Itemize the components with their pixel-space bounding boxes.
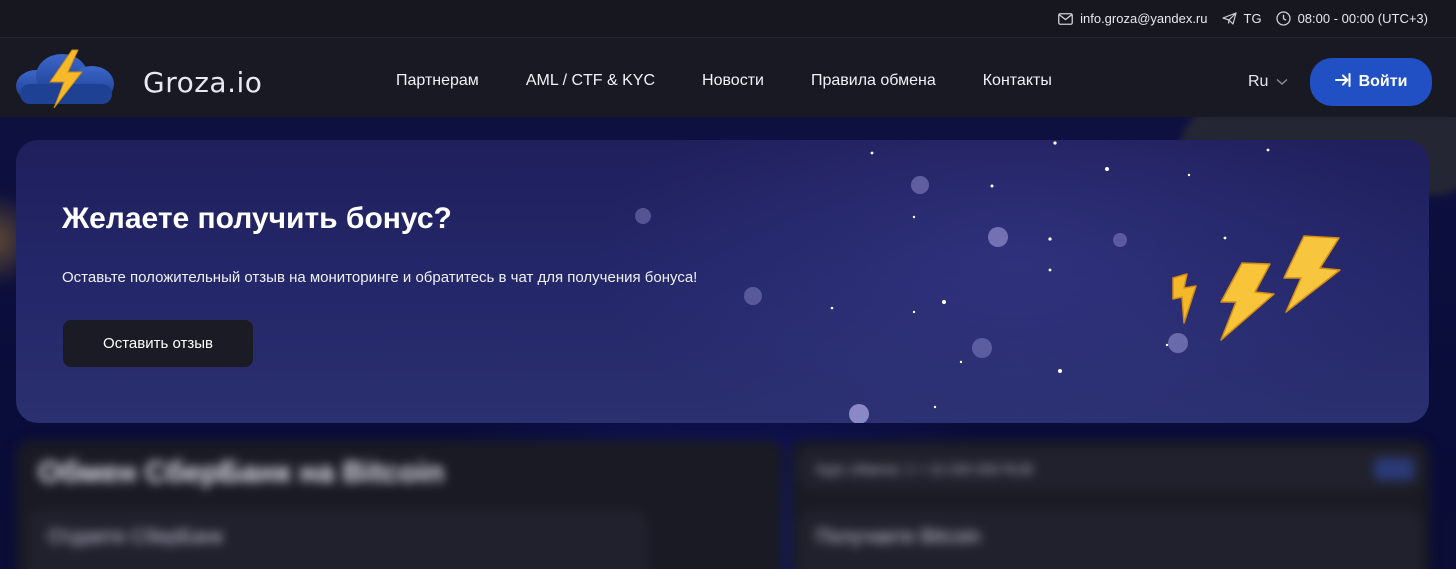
brand-name[interactable]: Groza.io — [143, 66, 262, 99]
login-button[interactable]: Войти — [1310, 58, 1432, 106]
email-text[interactable]: info.groza@yandex.ru — [1080, 11, 1207, 26]
give-label: Отдаете СберБанк — [48, 526, 223, 548]
language-label[interactable]: Ru — [1248, 73, 1268, 91]
nav-item-aml[interactable]: AML / CTF & KYC — [526, 72, 655, 90]
lightning-bolts-illustration — [1172, 235, 1341, 341]
telegram-text[interactable]: TG — [1244, 11, 1262, 26]
hours-text: 08:00 - 00:00 (UTC+3) — [1297, 11, 1428, 26]
rate-panel: Курс обмена: 1 = 10 200 000 RUB — [798, 448, 1422, 490]
exchange-title: Обмен СберБанк на Bitcoin — [38, 456, 445, 489]
logo-cloud-lightning-icon[interactable] — [14, 48, 118, 110]
login-label: Войти — [1358, 73, 1408, 90]
rate-badge — [1374, 458, 1414, 480]
exchange-card-left: Обмен СберБанк на Bitcoin Отдаете СберБа… — [16, 440, 783, 569]
telegram-contact[interactable]: TG — [1221, 11, 1262, 26]
get-label: Получаете Bitcoin — [816, 526, 981, 548]
mail-icon — [1058, 11, 1074, 26]
chevron-down-icon — [1276, 73, 1288, 91]
rate-label: Курс обмена: 1 = 10 200 000 RUB — [816, 461, 1034, 477]
nav-item-contacts[interactable]: Контакты — [983, 72, 1052, 90]
main-header: Groza.io Партнерам AML / CTF & KYC Новос… — [0, 38, 1456, 117]
leave-review-button[interactable]: Оставить отзыв — [63, 320, 253, 367]
exchange-card-right: Курс обмена: 1 = 10 200 000 RUB Получает… — [790, 440, 1430, 569]
give-panel: Отдаете СберБанк — [28, 510, 648, 569]
email-contact[interactable]: info.groza@yandex.ru — [1058, 11, 1208, 26]
bonus-banner: Желаете получить бонус? Оставьте положит… — [16, 140, 1429, 423]
telegram-icon — [1221, 11, 1237, 26]
working-hours: 08:00 - 00:00 (UTC+3) — [1275, 11, 1428, 26]
language-selector[interactable]: Ru — [1248, 73, 1288, 91]
top-info-bar: info.groza@yandex.ru TG 08:00 - 00:00 (U… — [0, 0, 1456, 38]
nav-item-partners[interactable]: Партнерам — [396, 72, 479, 90]
login-arrow-icon — [1334, 72, 1351, 92]
get-panel: Получаете Bitcoin — [798, 510, 1422, 569]
clock-icon — [1275, 11, 1291, 26]
banner-title: Желаете получить бонус? — [62, 202, 452, 235]
main-nav: Партнерам AML / CTF & KYC Новости Правил… — [396, 72, 1052, 90]
nav-item-news[interactable]: Новости — [702, 72, 764, 90]
exchange-section-blurred: Обмен СберБанк на Bitcoin Отдаете СберБа… — [0, 436, 1456, 569]
banner-description: Оставьте положительный отзыв на монитори… — [62, 269, 698, 286]
nav-item-rules[interactable]: Правила обмена — [811, 72, 936, 90]
